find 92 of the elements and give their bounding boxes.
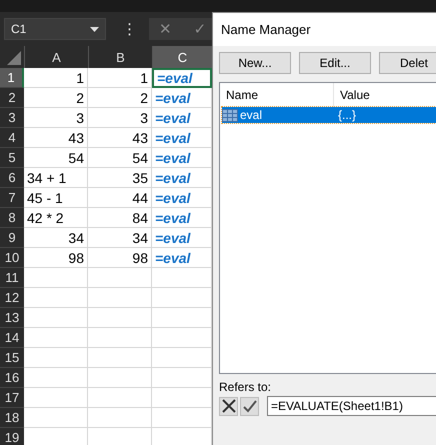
row-header[interactable]: 15 bbox=[0, 348, 24, 368]
column-header[interactable]: C bbox=[152, 46, 212, 70]
row-header[interactable]: 3 bbox=[0, 108, 24, 128]
table-cell: 42 * 2 bbox=[24, 208, 88, 228]
table-cell bbox=[88, 408, 152, 428]
table-cell: 98 bbox=[88, 248, 152, 268]
table-cell bbox=[88, 288, 152, 308]
table-cell bbox=[152, 268, 212, 288]
table-cell: =eval bbox=[152, 188, 212, 208]
table-cell bbox=[152, 368, 212, 388]
row-header[interactable]: 17 bbox=[0, 388, 24, 408]
table-cell: =eval bbox=[152, 168, 212, 188]
row-header[interactable]: 9 bbox=[0, 228, 24, 248]
table-cell bbox=[152, 328, 212, 348]
window-title: Name Manager bbox=[213, 13, 436, 46]
column-header[interactable]: B bbox=[88, 46, 152, 70]
name-text: eval bbox=[240, 108, 262, 122]
row-header[interactable]: 1 bbox=[0, 68, 24, 88]
table-cell: 2 bbox=[88, 88, 152, 108]
row-header[interactable]: 19 bbox=[0, 428, 24, 445]
list-row[interactable]: eval {...} bbox=[222, 107, 436, 123]
table-cell bbox=[24, 308, 88, 328]
row-header[interactable]: 8 bbox=[0, 208, 24, 228]
table-cell: 44 bbox=[88, 188, 152, 208]
row-header[interactable]: 13 bbox=[0, 308, 24, 328]
table-cell bbox=[24, 408, 88, 428]
dialog-button[interactable]: Delet bbox=[379, 52, 436, 74]
value-text: {...} bbox=[338, 108, 356, 122]
table-cell: 3 bbox=[88, 108, 152, 128]
table-cell: 35 bbox=[88, 168, 152, 188]
row-header[interactable]: 18 bbox=[0, 408, 24, 428]
more-options-button[interactable]: ⋮ bbox=[118, 20, 141, 38]
table-cell: =eval bbox=[152, 88, 212, 108]
field-label: Refers to: bbox=[219, 380, 272, 394]
table-cell bbox=[152, 288, 212, 308]
table-cell: 43 bbox=[88, 128, 152, 148]
table-cell: 1 bbox=[88, 68, 152, 88]
table-cell: 34 bbox=[88, 228, 152, 248]
table-cell bbox=[24, 268, 88, 288]
table-cell: 2 bbox=[24, 88, 88, 108]
table-cell: 54 bbox=[88, 148, 152, 168]
table-cell: 84 bbox=[88, 208, 152, 228]
table-cell bbox=[88, 348, 152, 368]
table-cell bbox=[24, 388, 88, 408]
table-cell bbox=[24, 348, 88, 368]
name-box[interactable]: C1 bbox=[4, 18, 106, 40]
table-cell: =eval bbox=[152, 248, 212, 268]
confirm-button[interactable] bbox=[240, 396, 259, 416]
table-cell bbox=[152, 308, 212, 328]
table-cell bbox=[88, 308, 152, 328]
dialog-button[interactable]: New... bbox=[219, 52, 291, 74]
table-cell: =eval bbox=[152, 68, 212, 88]
row-header[interactable]: 5 bbox=[0, 148, 24, 168]
table-cell: =eval bbox=[152, 228, 212, 248]
table-cell: =eval bbox=[152, 128, 212, 148]
table-cell bbox=[24, 288, 88, 308]
row-header[interactable]: 4 bbox=[0, 128, 24, 148]
table-cell: 34 + 1 bbox=[24, 168, 88, 188]
table-cell: 98 bbox=[24, 248, 88, 268]
row-header[interactable]: 11 bbox=[0, 268, 24, 288]
table-cell bbox=[88, 268, 152, 288]
table-cell bbox=[152, 388, 212, 408]
row-header[interactable]: 16 bbox=[0, 368, 24, 388]
table-icon bbox=[222, 108, 238, 122]
cancel-button[interactable] bbox=[219, 396, 238, 416]
table-cell: 54 bbox=[24, 148, 88, 168]
table-cell: 34 bbox=[24, 228, 88, 248]
table-cell: 43 bbox=[24, 128, 88, 148]
table-cell: 45 - 1 bbox=[24, 188, 88, 208]
row-header[interactable]: 14 bbox=[0, 328, 24, 348]
table-cell bbox=[152, 348, 212, 368]
table-cell bbox=[88, 388, 152, 408]
dialog-button[interactable]: Edit... bbox=[299, 52, 371, 74]
dropdown-caret-icon[interactable] bbox=[90, 26, 99, 32]
table-cell bbox=[24, 368, 88, 388]
table-cell: =eval bbox=[152, 148, 212, 168]
table-cell: 3 bbox=[24, 108, 88, 128]
table-cell: =eval bbox=[152, 208, 212, 228]
row-header[interactable]: 2 bbox=[0, 88, 24, 108]
row-header[interactable]: 6 bbox=[0, 168, 24, 188]
refers-to-field[interactable]: =EVALUATE(Sheet1!B1) bbox=[267, 396, 436, 416]
table-cell: 1 bbox=[24, 68, 88, 88]
column-header[interactable]: A bbox=[24, 46, 88, 70]
table-cell bbox=[152, 408, 212, 428]
row-header[interactable]: 10 bbox=[0, 248, 24, 268]
select-all-icon[interactable] bbox=[7, 51, 21, 65]
table-cell bbox=[88, 368, 152, 388]
table-cell bbox=[88, 328, 152, 348]
row-header[interactable]: 7 bbox=[0, 188, 24, 208]
table-cell bbox=[24, 328, 88, 348]
table-cell: =eval bbox=[152, 108, 212, 128]
row-header[interactable]: 12 bbox=[0, 288, 24, 308]
